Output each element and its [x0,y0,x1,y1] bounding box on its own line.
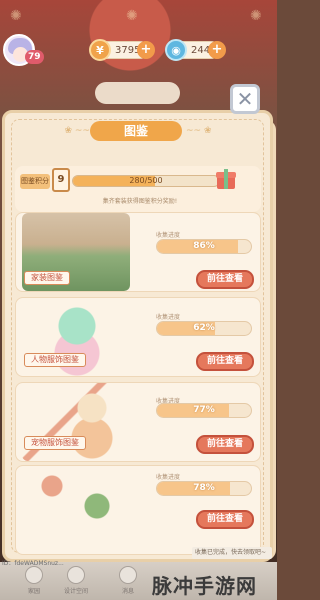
title-ornament-left: ❀ ~~ [64,126,90,136]
gem-counter: ◉ 2443 + [165,39,226,61]
progress-label: 收集进度 [156,232,181,239]
message-icon [119,566,137,584]
card-collection-4: 收集进度 78% 前往查看 [15,465,261,555]
design-icon [67,566,85,584]
add-coins-button[interactable]: + [137,41,155,59]
background-bar [95,82,180,104]
home-icon [25,566,43,584]
card-title: 家装图鉴 [24,271,70,285]
card-title: 人物服饰图鉴 [24,353,86,367]
view-button[interactable]: 前往查看 [196,270,254,289]
score-hint: 集齐套装获得图鉴积分奖励! [102,198,178,205]
close-icon: ✕ [236,87,254,111]
card-character-outfits: 人物服饰图鉴 收集进度 62% 前往查看 [15,297,261,377]
level-badge: 79 [25,50,44,64]
progress-bar: 62% [156,321,252,336]
progress-label: 收集进度 [156,314,181,321]
card-pet-outfits: 宠物服饰图鉴 收集进度 77% 前往查看 [15,382,261,462]
add-gems-button[interactable]: + [208,41,226,59]
sparkle-icon: ✺ [126,8,138,24]
coin-icon: ¥ [89,39,111,61]
progress-value: 77% [193,405,215,415]
watermark: 脉冲手游网 [152,574,257,598]
coin-counter: ¥ 37953 + [89,39,155,61]
gift-icon[interactable] [216,169,236,189]
sparkle-icon: ✺ [10,8,22,24]
progress-bar: 86% [156,239,252,254]
progress-label: 收集进度 [156,474,181,481]
progress-value: 78% [193,483,215,493]
collection-illustration [22,466,130,554]
view-button[interactable]: 前往查看 [196,435,254,454]
nav-messages[interactable]: 消息 [116,566,140,595]
progress-value: 86% [193,241,215,251]
progress-value: 62% [193,323,215,333]
card-title: 宠物服饰图鉴 [24,436,86,450]
progress-bar: 78% [156,481,252,496]
toast-message: 收集已完成，快去领取吧~ [192,547,272,559]
view-button[interactable]: 前往查看 [196,352,254,371]
nav-design-space[interactable]: 设计空间 [64,566,88,595]
close-button[interactable]: ✕ [230,84,260,114]
progress-bar: 77% [156,403,252,418]
score-label: 图鉴积分 [20,174,50,189]
panel-title: 图鉴 [90,121,182,141]
view-button[interactable]: 前往查看 [196,510,254,529]
score-progress-text: 280/500 [129,176,163,185]
score-book-icon: 9 [52,168,70,192]
card-home-decor: 家装图鉴 收集进度 86% 前往查看 [15,212,261,292]
title-ornament-right: ~~ ❀ [186,126,212,136]
gem-icon: ◉ [165,39,187,61]
nav-home[interactable]: 家园 [22,566,46,595]
sparkle-icon: ✺ [250,8,262,24]
